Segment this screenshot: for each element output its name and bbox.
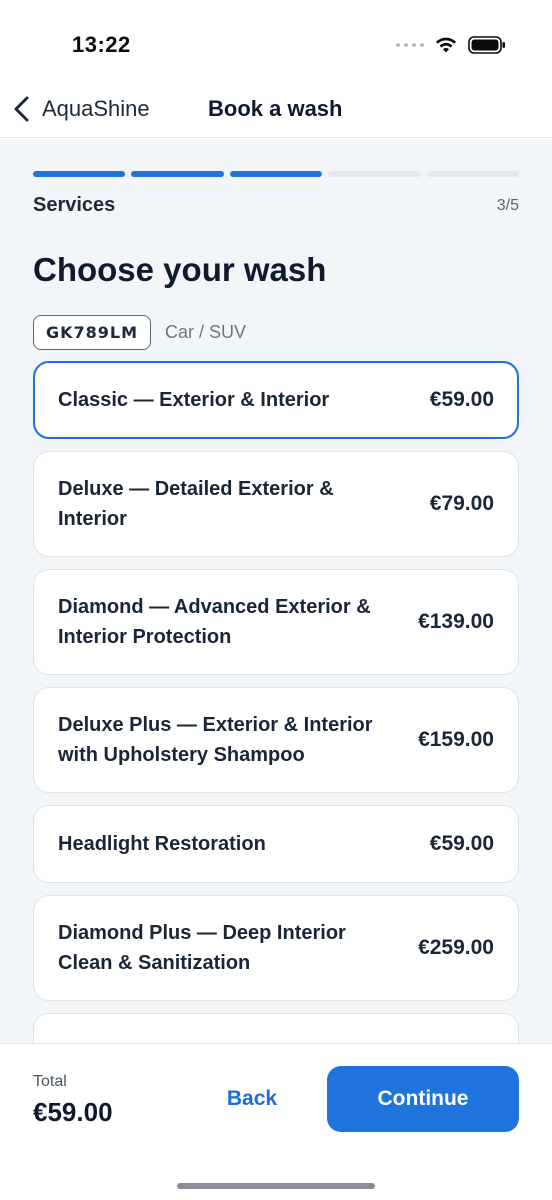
- progress-segment-4: [328, 171, 421, 177]
- back-button[interactable]: Back: [200, 1066, 304, 1132]
- service-option[interactable]: Deluxe Plus — Exterior & Interior with U…: [33, 687, 519, 793]
- service-price: €159.00: [418, 728, 494, 751]
- license-plate-badge: GK789LM: [33, 315, 152, 350]
- nav-back-app-name[interactable]: AquaShine: [42, 96, 150, 122]
- service-price: €139.00: [418, 610, 494, 633]
- service-name: Classic — Exterior & Interior: [58, 389, 330, 411]
- service-option-partial[interactable]: [33, 1013, 519, 1043]
- service-option[interactable]: Classic — Exterior & Interior €59.00: [33, 361, 519, 439]
- progress-segment-5: [426, 171, 520, 177]
- progress-segment-2: [131, 171, 224, 177]
- service-price: €259.00: [418, 936, 494, 959]
- nav-title: Book a wash: [208, 96, 343, 121]
- status-time: 13:22: [72, 32, 131, 57]
- total-value: €59.00: [33, 1097, 113, 1127]
- continue-button[interactable]: Continue: [327, 1066, 519, 1132]
- service-option[interactable]: Diamond Plus — Deep Interior Clean & San…: [33, 895, 519, 1001]
- chevron-left-icon[interactable]: [10, 94, 34, 124]
- battery-icon: [468, 36, 505, 54]
- service-option[interactable]: Headlight Restoration €59.00: [33, 805, 519, 883]
- service-price: €59.00: [429, 832, 494, 855]
- service-price: €59.00: [429, 388, 494, 411]
- service-price: €79.00: [429, 492, 494, 515]
- service-name: Diamond — Advanced Exterior & Interior P…: [58, 596, 371, 648]
- service-name: Diamond Plus — Deep Interior Clean & San…: [58, 922, 346, 974]
- service-option[interactable]: Deluxe — Detailed Exterior & Interior €7…: [33, 451, 519, 557]
- wifi-icon: [436, 37, 456, 53]
- page-title: Choose your wash: [33, 251, 327, 288]
- step-label: Services: [33, 194, 116, 216]
- footer-bar: Total €59.00 Back Continue: [0, 1043, 552, 1200]
- service-list: Classic — Exterior & Interior €59.00 Del…: [33, 361, 519, 1043]
- status-bar: 13:22: [0, 0, 552, 80]
- progress-segment-1: [33, 171, 126, 177]
- nav-bar: AquaShine Book a wash: [0, 80, 552, 138]
- total-label: Total: [33, 1073, 67, 1090]
- service-name: Deluxe — Detailed Exterior & Interior: [58, 478, 334, 530]
- vehicle-type: Car / SUV: [165, 322, 247, 342]
- step-count: 3/5: [496, 197, 519, 214]
- main-content[interactable]: Services 3/5 Choose your wash GK789LM Ca…: [0, 139, 552, 1043]
- progress-segment-3: [229, 171, 323, 177]
- service-name: Deluxe Plus — Exterior & Interior with U…: [58, 714, 373, 766]
- service-name: Headlight Restoration: [58, 833, 266, 855]
- step-progress-bar: [33, 171, 520, 177]
- service-option[interactable]: Diamond — Advanced Exterior & Interior P…: [33, 569, 519, 675]
- status-icons: [396, 34, 506, 56]
- home-indicator[interactable]: [177, 1183, 375, 1189]
- signal-dots-icon: [396, 43, 424, 47]
